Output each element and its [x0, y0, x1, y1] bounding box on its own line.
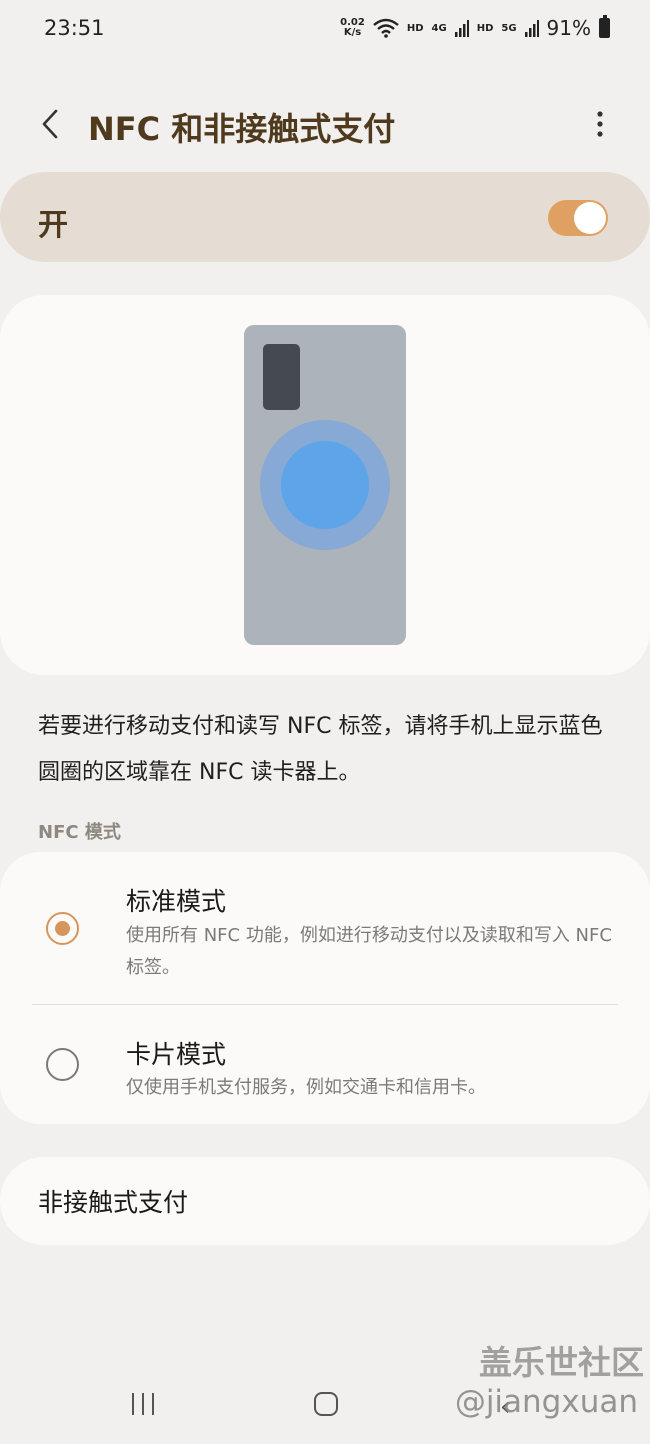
radio-selected-dot: [55, 921, 70, 936]
net-speed: 0.02 K/s: [340, 18, 365, 38]
watermark-handle: @jiangxuan: [454, 1384, 638, 1420]
contactless-payments-label: 非接触式支付: [38, 1188, 189, 1217]
nfc-toggle[interactable]: [548, 200, 608, 236]
mode-description: 使用所有 NFC 功能，例如进行移动支付以及读取和写入 NFC 标签。: [126, 925, 612, 978]
back-button[interactable]: [30, 104, 70, 144]
status-bar: 23:51 0.02 K/s HD 4G HD 5G 91%: [0, 0, 650, 56]
wifi-icon: [373, 18, 399, 38]
toggle-knob: [574, 202, 606, 234]
mode-title: 标准模式: [126, 887, 227, 916]
radio-button-standard[interactable]: [46, 912, 79, 945]
divider: [32, 1004, 618, 1005]
net-5g-label: 5G: [501, 22, 517, 34]
mode-title: 卡片模式: [126, 1040, 227, 1069]
chevron-left-icon: [42, 109, 58, 139]
battery-percent: 91%: [546, 16, 591, 40]
nfc-description: 若要进行移动支付和读写 NFC 标签，请将手机上显示蓝色圆圈的区域靠在 NFC …: [38, 714, 603, 785]
signal-icon: [454, 20, 469, 37]
hd-label-1: HD: [406, 22, 424, 34]
nfc-area-circle: [281, 441, 369, 529]
camera-module: [263, 344, 300, 410]
battery-icon: [599, 15, 610, 38]
master-switch-label: 开: [38, 208, 68, 243]
app-header: NFC 和非接触式支付: [0, 90, 650, 158]
status-time: 23:51: [44, 16, 105, 40]
more-vert-icon: [597, 111, 603, 137]
net-4g-label: 4G: [431, 22, 447, 34]
home-icon[interactable]: [314, 1392, 338, 1416]
signal-icon: [524, 20, 539, 37]
watermark-brand: 盖乐世社区: [479, 1343, 644, 1382]
page-title: NFC 和非接触式支付: [88, 110, 396, 148]
contactless-payments-item[interactable]: 非接触式支付: [0, 1157, 650, 1245]
nfc-mode-section-title: NFC 模式: [38, 822, 121, 843]
status-icons: 0.02 K/s HD 4G HD 5G 91%: [340, 15, 610, 40]
more-options-button[interactable]: [580, 104, 620, 144]
hd-label-2: HD: [476, 22, 494, 34]
mode-description: 仅使用手机支付服务，例如交通卡和信用卡。: [126, 1077, 486, 1098]
net-speed-unit: K/s: [343, 27, 362, 38]
recent-apps-icon[interactable]: [130, 1393, 158, 1417]
radio-button-card[interactable]: [46, 1048, 79, 1081]
